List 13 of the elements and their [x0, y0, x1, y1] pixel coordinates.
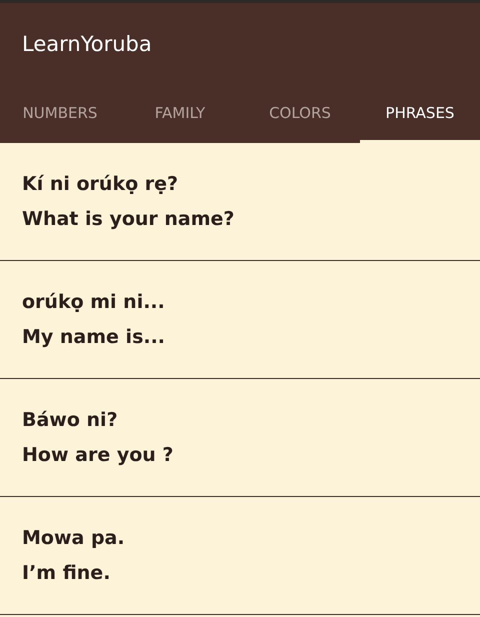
english-translation: I’m fine. — [22, 560, 112, 586]
english-translation: My name is... — [22, 324, 166, 350]
yoruba-phrase: orúkọ mi ni... — [22, 290, 166, 315]
english-translation: What is your name? — [22, 206, 236, 232]
tab[interactable]: FAMILY — [120, 86, 240, 143]
yoruba-phrase: Kí ni orúkọ rẹ? — [22, 172, 180, 197]
english-translation: How are you ? — [22, 442, 174, 468]
app-title: LearnYoruba — [22, 30, 152, 58]
yoruba-phrase: Báwo ni? — [22, 408, 119, 433]
tab[interactable]: COLORS — [240, 86, 360, 143]
yoruba-phrase: Mowa pa. — [22, 526, 126, 551]
tab[interactable]: NUMBERS — [0, 86, 120, 143]
tab[interactable]: PHRASES — [360, 86, 480, 143]
